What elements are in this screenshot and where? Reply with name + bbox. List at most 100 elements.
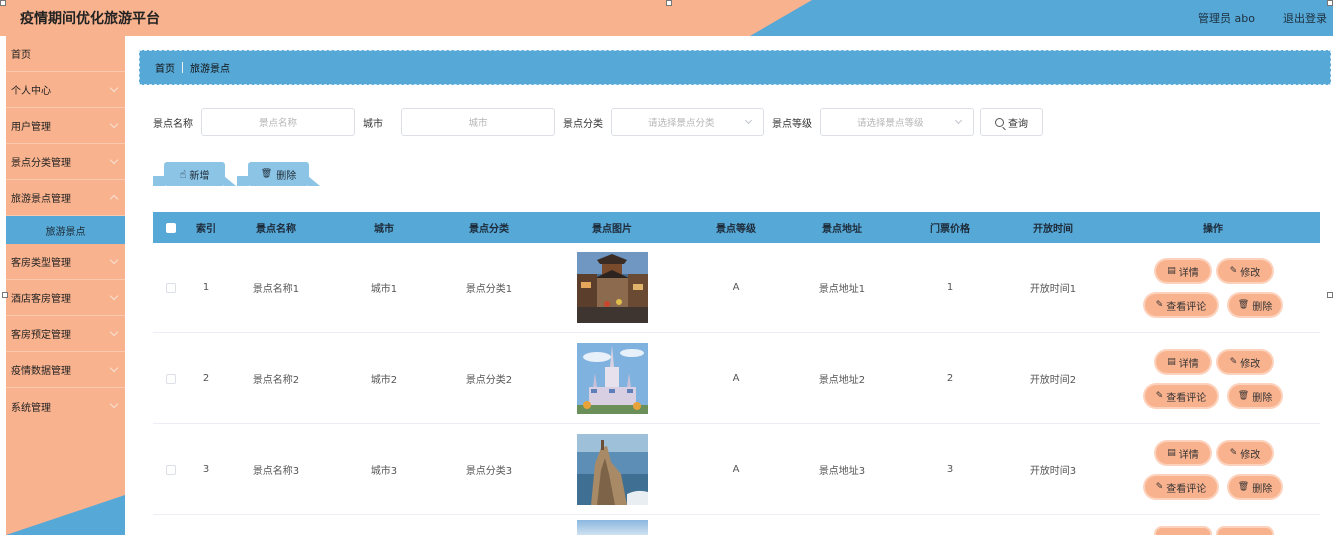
sidebar-item-booking-management[interactable]: 客房预定管理 [6, 316, 125, 352]
row-checkbox[interactable] [161, 334, 181, 423]
chevron-down-icon [109, 255, 119, 265]
city-input[interactable]: 城市 [401, 108, 555, 136]
admin-username: 管理员 abo [1198, 12, 1255, 25]
level-select[interactable]: 请选择景点等级 [820, 108, 974, 136]
chevron-down-icon [109, 327, 119, 337]
trash-icon: 🗑 [260, 169, 273, 179]
row-checkbox[interactable] [161, 425, 181, 514]
view-comments-label: 查看评论 [1166, 483, 1207, 495]
col-header-level: 景点等级 [716, 224, 756, 235]
delete-button[interactable]: 🗑 删除 [1229, 294, 1281, 316]
city-label: 城市 [363, 118, 383, 130]
col-header-operations: 操作 [1203, 224, 1223, 235]
detail-button[interactable]: ▤ 详情 [1156, 351, 1210, 373]
col-header-price: 门票价格 [930, 224, 970, 235]
edit-button[interactable] [1218, 528, 1272, 535]
breadcrumb-home[interactable]: 首页 [155, 60, 175, 75]
cell-level: A [732, 464, 740, 475]
view-comments-button[interactable]: ✎ 查看评论 [1145, 385, 1217, 407]
sidebar-item-label: 客房类型管理 [11, 258, 71, 269]
edit-button-label: 修改 [1240, 267, 1261, 279]
trash-icon: 🗑 [1237, 300, 1250, 310]
query-button-label: 查询 [1008, 118, 1028, 130]
selection-handle [2, 292, 8, 298]
add-button[interactable]: ☝ 新增 [164, 162, 225, 186]
sidebar-item-label: 疫情数据管理 [11, 366, 71, 377]
chevron-down-icon [109, 363, 119, 373]
chevron-up-icon [109, 194, 119, 204]
detail-button-label: 详情 [1178, 449, 1199, 461]
cell-city: 城市1 [370, 284, 398, 295]
document-icon: ▤ [1167, 448, 1176, 458]
row-operations: ▤ 详情 ✎ 修改 ✎ 查看评论 🗑 删除 [1139, 243, 1286, 332]
edit-button[interactable]: ✎ 修改 [1218, 260, 1272, 282]
table-row: 1 景点名称1 城市1 景点分类1 A 景点地址1 1 开放时间1 ▤ 详情 ✎… [153, 243, 1320, 333]
edit-button[interactable]: ✎ 修改 [1218, 351, 1272, 373]
chevron-down-icon [109, 119, 119, 129]
col-header-open-time: 开放时间 [1033, 224, 1073, 235]
search-bar: 景点名称 景点名称 城市 城市 景点分类 请选择景点分类 景点等级 请选择景点等… [153, 108, 1043, 136]
cell-category: 景点分类3 [465, 466, 513, 477]
category-select-placeholder: 请选择景点分类 [648, 118, 715, 129]
cell-index: 2 [202, 373, 210, 384]
name-input[interactable]: 景点名称 [201, 108, 355, 136]
chevron-down-icon [109, 83, 119, 93]
attraction-image-castle [576, 343, 648, 414]
cell-category: 景点分类1 [465, 284, 513, 295]
batch-delete-button-label: 删除 [276, 170, 297, 182]
cell-price: 3 [946, 464, 954, 475]
query-button[interactable]: 查询 [980, 108, 1043, 136]
table-row: 2 景点名称2 城市2 景点分类2 A 景点地址2 2 开放时间2 ▤ 详情 ✎… [153, 334, 1320, 424]
category-select[interactable]: 请选择景点分类 [611, 108, 764, 136]
sidebar-item-personal-center[interactable]: 个人中心 [6, 72, 125, 108]
name-label: 景点名称 [153, 118, 193, 130]
detail-button[interactable]: ▤ 详情 [1156, 260, 1210, 282]
sidebar-item-home[interactable]: 首页 [6, 36, 125, 72]
sidebar-item-category-management[interactable]: 景点分类管理 [6, 144, 125, 180]
delete-button[interactable]: 🗑 删除 [1229, 385, 1281, 407]
selection-handle [1327, 0, 1333, 6]
sidebar-item-epidemic-data-management[interactable]: 疫情数据管理 [6, 352, 125, 388]
col-header-address: 景点地址 [822, 224, 862, 235]
table-row [153, 516, 1320, 535]
sidebar-item-system-management[interactable]: 系统管理 [6, 388, 125, 424]
checkbox-icon [166, 222, 176, 233]
cell-level: A [732, 373, 740, 384]
cell-name: 景点名称1 [252, 284, 300, 295]
sidebar-item-user-management[interactable]: 用户管理 [6, 108, 125, 144]
col-header-city: 城市 [374, 224, 394, 235]
view-comments-button[interactable]: ✎ 查看评论 [1145, 476, 1217, 498]
sidebar-item-hotel-room-management[interactable]: 酒店客房管理 [6, 280, 125, 316]
edit-button[interactable]: ✎ 修改 [1218, 442, 1272, 464]
cell-category: 景点分类2 [465, 375, 513, 386]
cell-image [567, 425, 657, 514]
detail-button-label: 详情 [1178, 358, 1199, 370]
cell-name: 景点名称3 [252, 466, 300, 477]
name-input-placeholder: 景点名称 [258, 118, 297, 129]
logout-link[interactable]: 退出登录 [1283, 10, 1327, 26]
sidebar-subitem-attractions[interactable]: 旅游景点 [6, 216, 125, 244]
view-comments-button[interactable]: ✎ 查看评论 [1145, 294, 1217, 316]
delete-button[interactable]: 🗑 删除 [1229, 476, 1281, 498]
cell-address: 景点地址1 [818, 284, 866, 295]
sidebar-item-label: 酒店客房管理 [11, 294, 71, 305]
col-header-name: 景点名称 [256, 224, 296, 235]
cell-image [567, 516, 657, 535]
select-all-checkbox[interactable] [161, 212, 181, 243]
batch-delete-button[interactable]: 🗑 删除 [248, 162, 309, 186]
detail-button[interactable]: ▤ 详情 [1156, 442, 1210, 464]
checkbox-icon [166, 282, 176, 293]
cell-name: 景点名称2 [252, 375, 300, 386]
detail-button[interactable] [1156, 528, 1210, 535]
checkbox-icon [166, 464, 176, 475]
city-input-placeholder: 城市 [468, 118, 488, 129]
cell-address: 景点地址2 [818, 375, 866, 386]
pencil-icon: ✎ [1229, 448, 1238, 458]
sidebar-item-room-type-management[interactable]: 客房类型管理 [6, 244, 125, 280]
sidebar-item-attraction-management[interactable]: 旅游景点管理 [6, 180, 125, 216]
selection-handle [0, 0, 6, 6]
row-checkbox[interactable] [161, 243, 181, 332]
app-title: 疫情期间优化旅游平台 [20, 11, 160, 27]
search-icon [995, 117, 1004, 127]
pencil-icon: ✎ [1229, 357, 1238, 367]
